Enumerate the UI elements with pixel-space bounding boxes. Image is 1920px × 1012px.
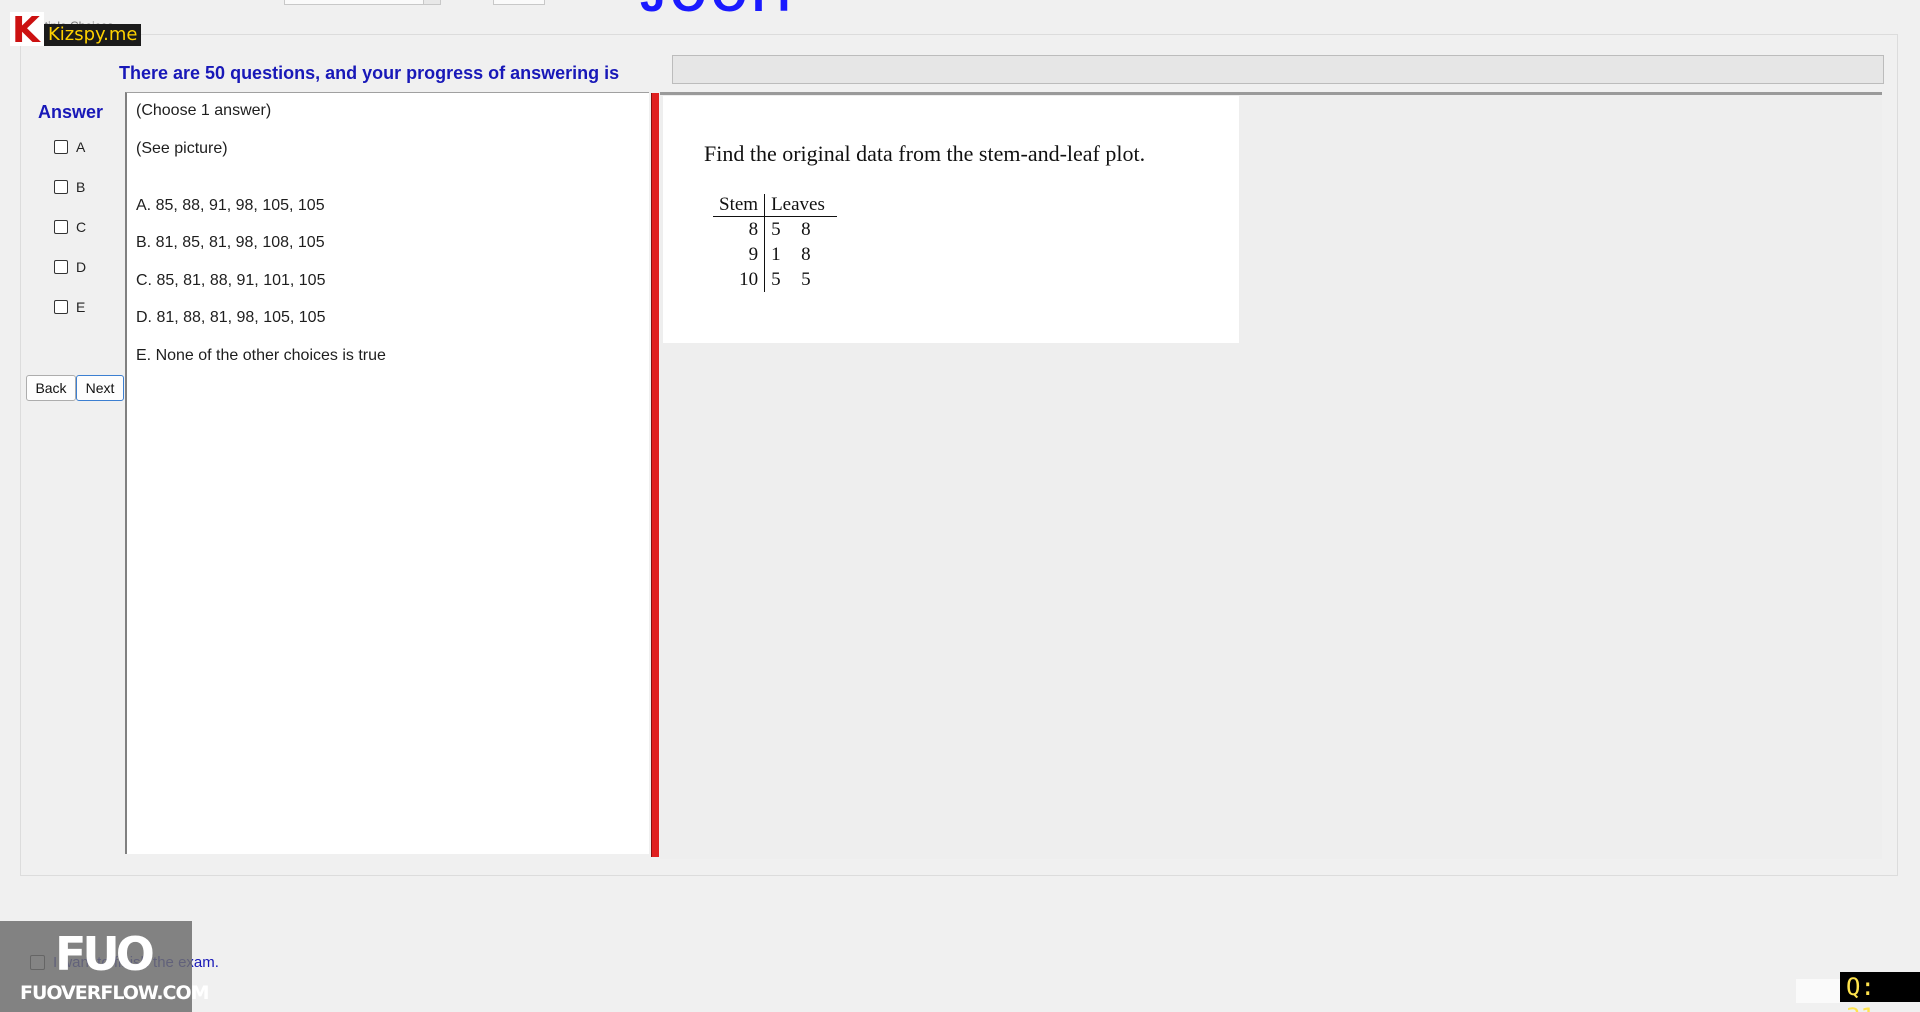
plot-row: 8 58 [713, 216, 837, 242]
kizspy-logo: K Kizspy.me [10, 10, 142, 51]
choice-d-text: D. 81, 88, 81, 98, 105, 105 [136, 309, 326, 326]
exam-code-dropdown[interactable] [284, 0, 441, 5]
question-instruction: (Choose 1 answer) [136, 102, 272, 119]
option-c-checkbox[interactable]: C [54, 219, 86, 235]
option-e-label: E [76, 299, 86, 315]
leaf-value: 8 [801, 244, 811, 265]
leaves-header: Leaves [764, 194, 838, 217]
fuoverflow-watermark: FUO FUOVERFLOW.COM [0, 921, 210, 1012]
image-prompt: Find the original data from the stem-and… [704, 141, 1146, 166]
choice-b-text: B. 81, 85, 81, 98, 108, 105 [136, 234, 325, 251]
option-a-checkbox[interactable]: A [54, 139, 85, 155]
option-a-label: A [76, 139, 86, 155]
option-b-checkbox[interactable]: B [54, 179, 85, 195]
kizspy-brand-text: Kizspy.me [44, 24, 142, 46]
option-b-label: B [76, 179, 86, 195]
font-size-spinner[interactable] [493, 0, 545, 5]
question-counter: Q: 31 [1840, 972, 1920, 1012]
leaf-value: 8 [801, 219, 811, 240]
stem-value: 10 [713, 267, 766, 292]
leaf-value: 5 [771, 269, 781, 290]
progress-bar [672, 55, 1884, 84]
stem-header: Stem [713, 194, 766, 217]
status-box [1796, 979, 1840, 1003]
answer-label: Answer [38, 102, 104, 122]
back-button[interactable]: Back [26, 375, 76, 401]
question-text-panel[interactable]: (Choose 1 answer) (See picture) A. 85, 8… [125, 92, 649, 854]
chevron-down-icon[interactable] [423, 0, 440, 4]
fuo-logo-text: FUO [55, 927, 155, 981]
next-button[interactable]: Next [76, 375, 124, 401]
choice-a-text: A. 85, 88, 91, 98, 105, 105 [136, 197, 325, 214]
stem-and-leaf-plot: Stem Leaves 8 58 9 18 10 55 [713, 194, 838, 292]
option-e-checkbox[interactable]: E [54, 299, 85, 315]
fuo-site-text: FUOVERFLOW.COM [20, 982, 210, 1004]
leaf-value: 5 [771, 219, 781, 240]
exam-window: JOOIT ltiple Choices K Kizspy.me There a… [0, 0, 1920, 1012]
plot-row: 9 18 [713, 242, 837, 267]
question-image: Find the original data from the stem-and… [663, 96, 1239, 343]
exam-code-title: JOOIT [640, 0, 803, 22]
checkbox-icon[interactable] [54, 220, 68, 234]
plot-row: 10 55 [713, 267, 837, 292]
checkbox-icon[interactable] [54, 260, 68, 274]
leaf-value: 1 [771, 244, 781, 265]
kizspy-k-icon: K [10, 10, 44, 51]
choice-c-text: C. 85, 81, 88, 91, 101, 105 [136, 272, 326, 289]
question-see-picture: (See picture) [136, 140, 228, 157]
progress-label: There are 50 questions, and your progres… [119, 63, 620, 83]
stem-value: 9 [713, 242, 766, 267]
checkbox-icon[interactable] [54, 140, 68, 154]
option-d-label: D [76, 259, 87, 275]
option-d-checkbox[interactable]: D [54, 259, 86, 275]
choice-e-text: E. None of the other choices is true [136, 347, 386, 364]
leaf-value: 5 [801, 269, 811, 290]
option-c-label: C [76, 219, 87, 235]
checkbox-icon[interactable] [54, 300, 68, 314]
stem-value: 8 [713, 216, 766, 242]
checkbox-icon[interactable] [54, 180, 68, 194]
panel-splitter[interactable] [651, 93, 659, 857]
